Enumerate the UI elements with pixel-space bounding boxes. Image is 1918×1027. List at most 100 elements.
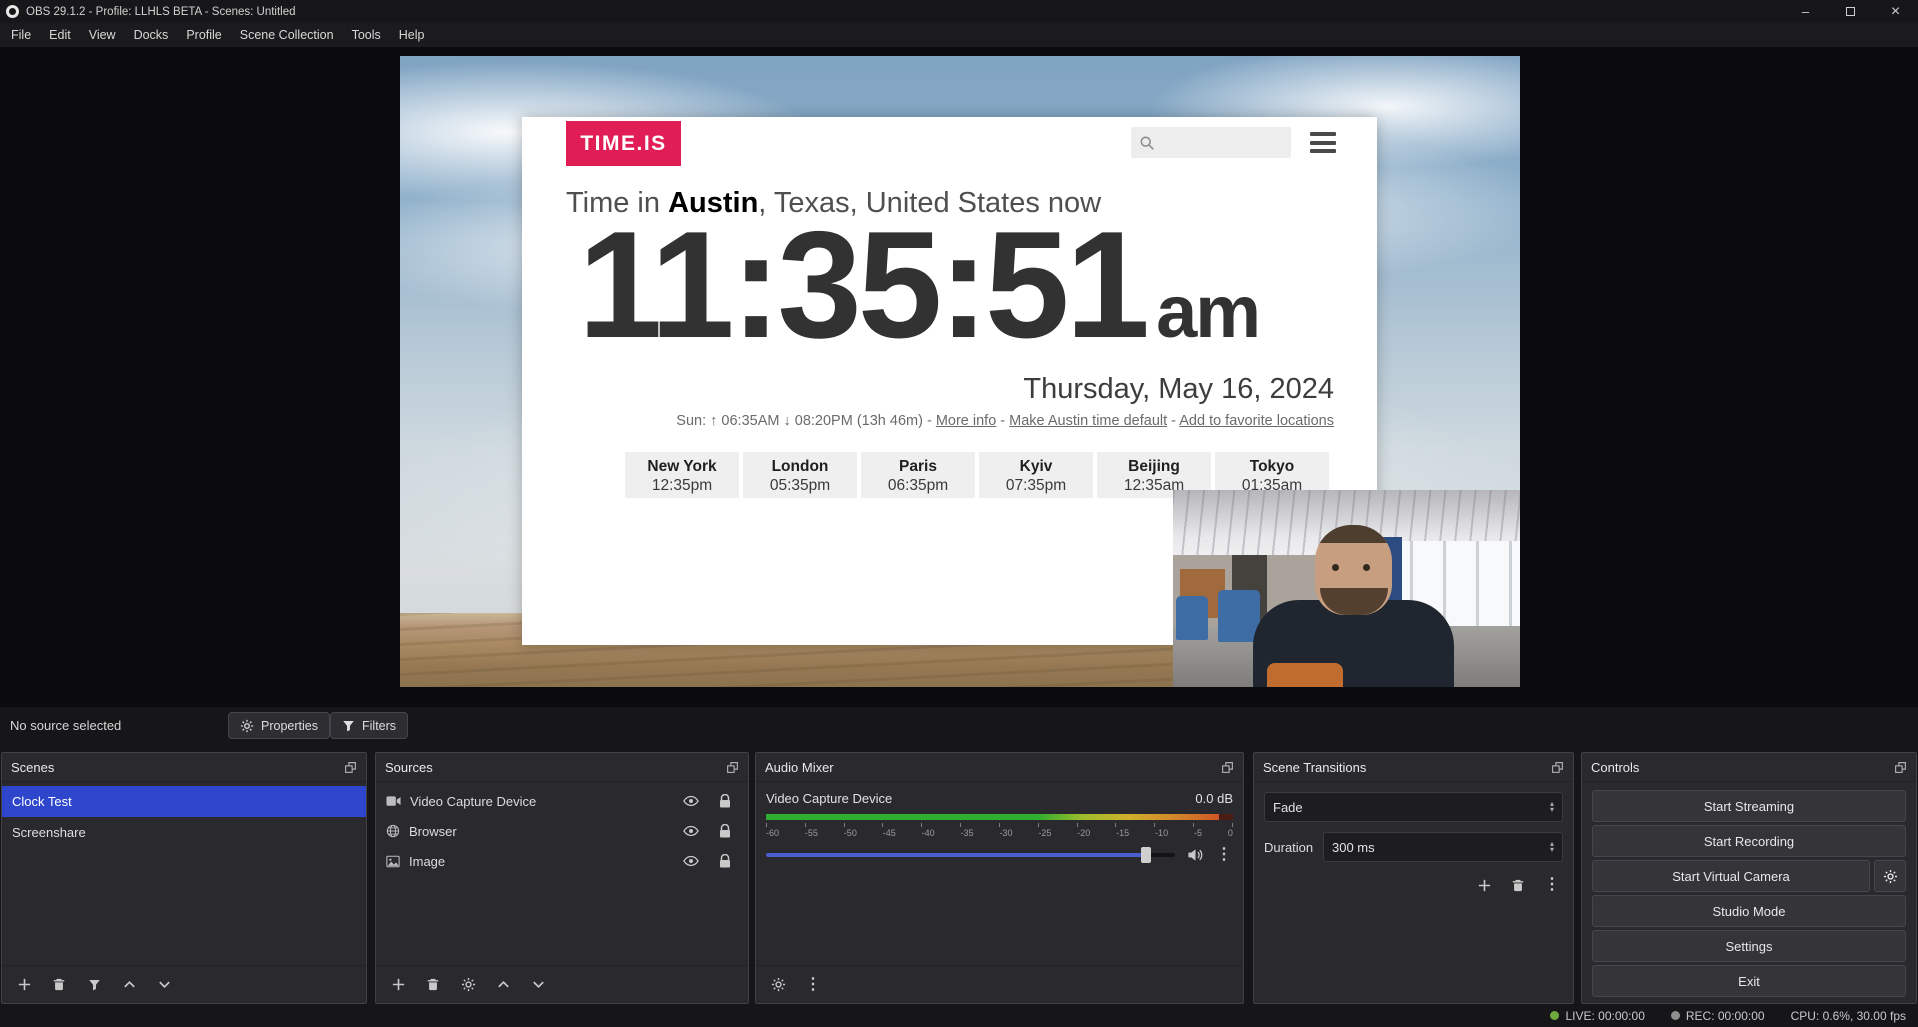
add-scene-button[interactable] xyxy=(15,976,33,994)
visibility-toggle[interactable] xyxy=(682,852,700,870)
sources-panel: Sources Video Capture Device Browser xyxy=(375,752,749,1004)
start-virtual-camera-button[interactable]: Start Virtual Camera xyxy=(1592,860,1870,892)
live-status: LIVE: 00:00:00 xyxy=(1550,1009,1644,1023)
menu-item-docks[interactable]: Docks xyxy=(125,23,178,47)
meter-scale: -60-55-50-45-40-35-30-25-20-15-10-50 xyxy=(766,828,1233,838)
start-streaming-button[interactable]: Start Streaming xyxy=(1592,790,1906,822)
person xyxy=(1253,502,1454,687)
duration-value: 300 ms xyxy=(1332,840,1375,855)
visibility-toggle[interactable] xyxy=(682,822,700,840)
menu-item-profile[interactable]: Profile xyxy=(177,23,230,47)
plus-icon xyxy=(1477,878,1492,893)
source-status-text: No source selected xyxy=(10,718,121,733)
menu-item-view[interactable]: View xyxy=(80,23,125,47)
city-name: Tokyo xyxy=(1215,457,1329,476)
clock-meridiem: am xyxy=(1156,270,1259,353)
volume-slider-fill xyxy=(766,853,1146,857)
lock-toggle[interactable] xyxy=(716,822,734,840)
duration-input[interactable]: 300 ms ▴▾ xyxy=(1323,832,1563,862)
person-eye xyxy=(1363,564,1370,571)
source-label: Video Capture Device xyxy=(410,794,536,809)
popout-icon[interactable] xyxy=(344,761,357,774)
lock-icon xyxy=(719,854,731,868)
start-recording-button[interactable]: Start Recording xyxy=(1592,825,1906,857)
move-source-up-button[interactable] xyxy=(494,976,512,994)
menu-item-file[interactable]: File xyxy=(2,23,40,47)
meter-tick-marks xyxy=(766,823,1233,827)
maximize-button[interactable] xyxy=(1828,0,1873,23)
window-controls: – × xyxy=(1783,0,1918,23)
lock-icon xyxy=(719,824,731,838)
city-box: Kyiv07:35pm xyxy=(979,452,1093,498)
popout-icon[interactable] xyxy=(1221,761,1234,774)
search-box xyxy=(1131,127,1291,158)
remove-transition-button[interactable] xyxy=(1509,876,1527,894)
scene-filters-button[interactable] xyxy=(85,976,103,994)
video-preview[interactable]: TIME.IS Time in Austin, Texas, United St… xyxy=(400,56,1520,687)
popout-icon[interactable] xyxy=(1551,761,1564,774)
person-hair xyxy=(1315,525,1392,543)
add-transition-button[interactable] xyxy=(1475,876,1493,894)
mixer-channel-menu[interactable]: ⋮ xyxy=(1215,846,1233,864)
settings-button[interactable]: Settings xyxy=(1592,930,1906,962)
mixer-source-name: Video Capture Device xyxy=(766,791,892,806)
eye-icon xyxy=(683,795,699,807)
controls-header: Controls xyxy=(1582,753,1916,782)
controls-panel: Controls Start Streaming Start Recording… xyxy=(1581,752,1917,1004)
city-name: New York xyxy=(625,457,739,476)
source-row-image[interactable]: Image xyxy=(376,846,748,876)
volume-slider-handle[interactable] xyxy=(1141,847,1151,863)
source-list: Video Capture Device Browser xyxy=(376,782,748,876)
visibility-toggle[interactable] xyxy=(682,792,700,810)
source-row-browser[interactable]: Browser xyxy=(376,816,748,846)
mixer-options-menu[interactable]: ⋮ xyxy=(804,976,822,994)
menu-item-help[interactable]: Help xyxy=(390,23,434,47)
source-row-video-capture[interactable]: Video Capture Device xyxy=(376,786,748,816)
close-button[interactable]: × xyxy=(1873,0,1918,23)
office-chair xyxy=(1176,596,1207,639)
scene-transitions-panel: Scene Transitions Fade ▴▾ Duration 300 m… xyxy=(1253,752,1574,1004)
popout-icon[interactable] xyxy=(726,761,739,774)
live-time: LIVE: 00:00:00 xyxy=(1565,1009,1644,1023)
source-label: Browser xyxy=(409,824,457,839)
add-source-button[interactable] xyxy=(389,976,407,994)
remove-scene-button[interactable] xyxy=(50,976,68,994)
filters-label: Filters xyxy=(362,719,396,733)
lock-toggle[interactable] xyxy=(716,852,734,870)
source-properties-button[interactable] xyxy=(459,976,477,994)
image-icon xyxy=(386,855,400,868)
move-scene-down-button[interactable] xyxy=(155,976,173,994)
exit-button[interactable]: Exit xyxy=(1592,965,1906,997)
popout-icon[interactable] xyxy=(1894,761,1907,774)
dock-area: Scenes Clock Test Screenshare Sources xyxy=(0,752,1918,1004)
scene-item-clock-test[interactable]: Clock Test xyxy=(2,786,366,817)
menu-item-scene-collection[interactable]: Scene Collection xyxy=(231,23,343,47)
minimize-button[interactable]: – xyxy=(1783,0,1828,23)
studio-mode-button[interactable]: Studio Mode xyxy=(1592,895,1906,927)
move-source-down-button[interactable] xyxy=(529,976,547,994)
source-label: Image xyxy=(409,854,445,869)
menu-item-edit[interactable]: Edit xyxy=(40,23,80,47)
spinner-arrows-icon[interactable]: ▴▾ xyxy=(1550,841,1554,853)
transition-select[interactable]: Fade ▴▾ xyxy=(1264,792,1563,822)
properties-button[interactable]: Properties xyxy=(228,712,330,739)
menu-item-tools[interactable]: Tools xyxy=(343,23,390,47)
mute-button[interactable] xyxy=(1186,846,1204,864)
scene-filters-icon xyxy=(88,978,101,991)
remove-source-button[interactable] xyxy=(424,976,442,994)
virtual-camera-settings-button[interactable] xyxy=(1874,860,1906,892)
cpu-fps-stats: CPU: 0.6%, 30.00 fps xyxy=(1791,1009,1906,1023)
select-arrows-icon: ▴▾ xyxy=(1550,801,1554,813)
virtual-camera-row: Start Virtual Camera xyxy=(1592,860,1906,892)
timeis-logo: TIME.IS xyxy=(566,121,681,166)
scene-item-screenshare[interactable]: Screenshare xyxy=(2,817,366,848)
scenes-panel-header: Scenes xyxy=(2,753,366,782)
advanced-audio-button[interactable] xyxy=(769,976,787,994)
stream-health-icon xyxy=(1550,1011,1559,1020)
move-scene-up-button[interactable] xyxy=(120,976,138,994)
filters-button[interactable]: Filters xyxy=(330,712,408,739)
lock-toggle[interactable] xyxy=(716,792,734,810)
transition-properties-menu[interactable]: ⋮ xyxy=(1543,876,1561,894)
sources-toolbar xyxy=(376,965,748,1003)
volume-slider[interactable] xyxy=(766,847,1175,863)
